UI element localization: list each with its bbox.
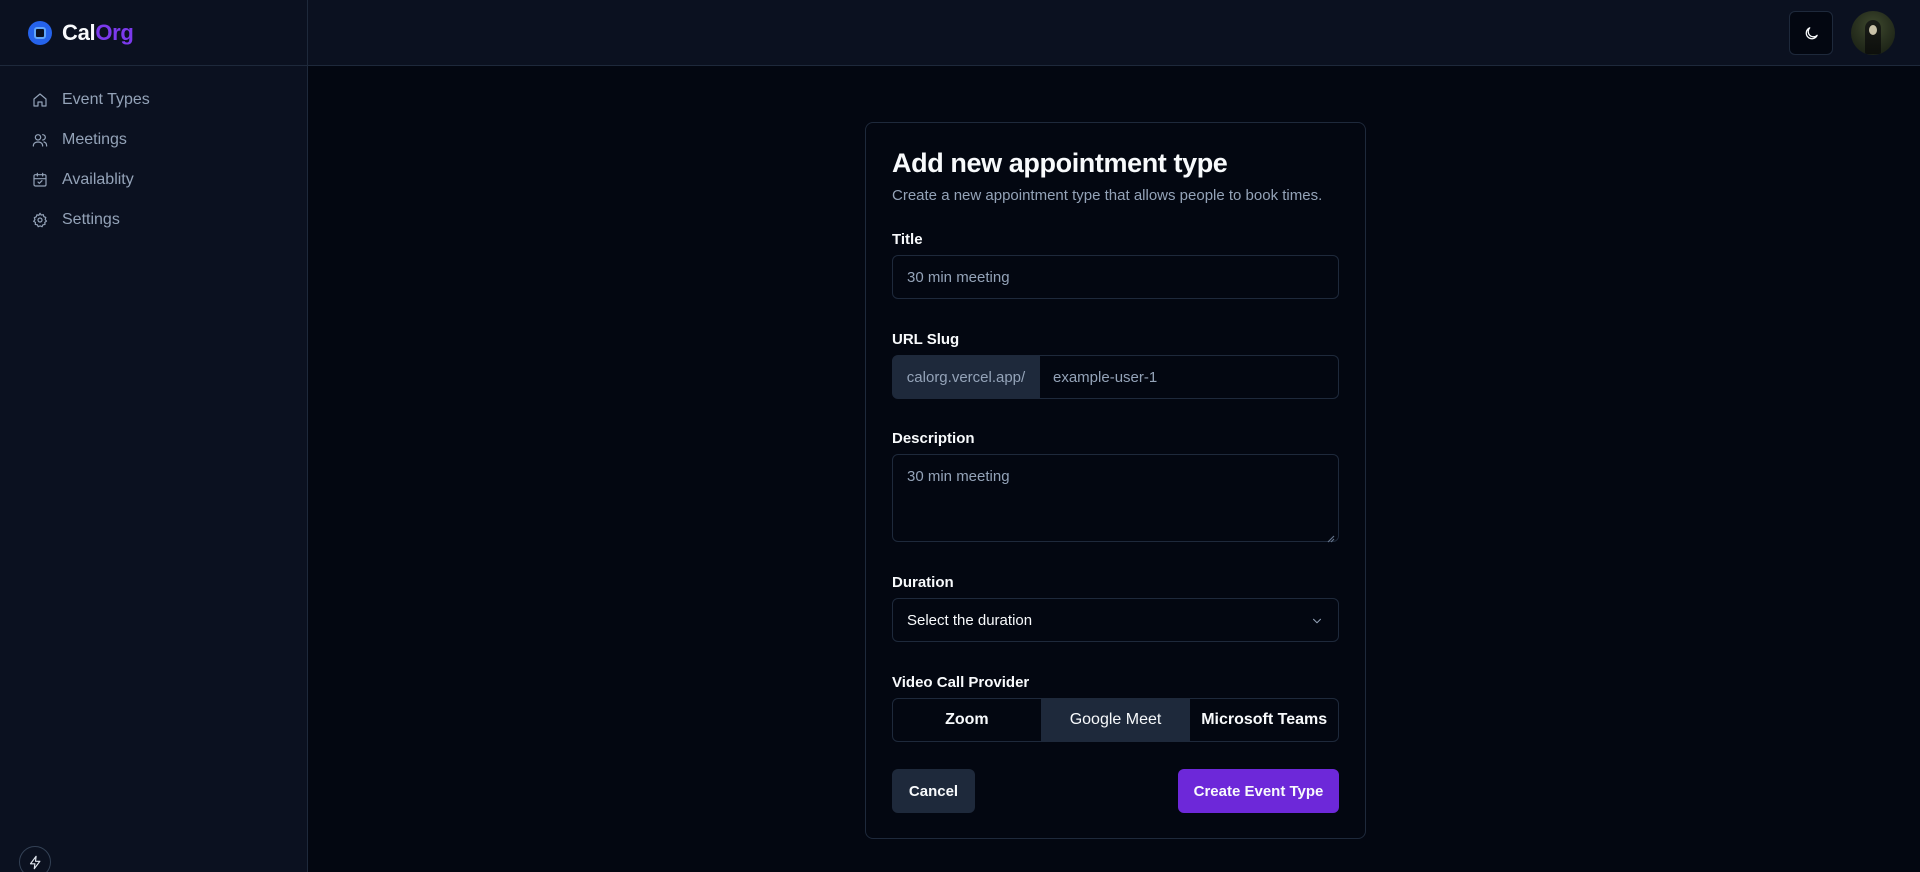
video-provider-toggle-group: Zoom Google Meet Microsoft Teams	[892, 698, 1339, 742]
top-bar	[308, 0, 1920, 66]
appointment-form-card: Add new appointment type Create a new ap…	[865, 122, 1366, 839]
sidebar-item-label: Settings	[62, 211, 120, 228]
url-slug-field: calorg.vercel.app/ example-user-1	[892, 355, 1339, 399]
sidebar-item-settings[interactable]: Settings	[0, 200, 307, 240]
brand-name: CalOrg	[62, 20, 134, 46]
resize-handle-icon[interactable]	[1327, 530, 1335, 543]
create-event-type-button[interactable]: Create Event Type	[1178, 769, 1339, 813]
users-icon	[32, 132, 48, 148]
description-placeholder: 30 min meeting	[907, 468, 1010, 485]
brand-name-org: Org	[95, 19, 134, 45]
gear-icon	[32, 212, 48, 228]
provider-option-microsoft-teams[interactable]: Microsoft Teams	[1190, 699, 1338, 741]
moon-icon	[1805, 26, 1818, 39]
bolt-button[interactable]	[19, 846, 51, 872]
title-label: Title	[892, 231, 923, 248]
duration-label: Duration	[892, 574, 954, 591]
url-slug-prefix: calorg.vercel.app/	[892, 355, 1040, 399]
sidebar-item-label: Meetings	[62, 131, 127, 148]
page-subtitle: Create a new appointment type that allow…	[892, 187, 1323, 204]
duration-select-value: Select the duration	[907, 611, 1033, 629]
description-textarea[interactable]: 30 min meeting	[892, 454, 1339, 543]
home-icon	[32, 92, 48, 108]
sidebar-item-label: Availablity	[62, 171, 134, 188]
sidebar-item-meetings[interactable]: Meetings	[0, 120, 307, 160]
url-slug-label: URL Slug	[892, 331, 960, 348]
brand[interactable]: CalOrg	[0, 0, 307, 66]
theme-toggle-button[interactable]	[1789, 11, 1833, 55]
page-title: Add new appointment type	[892, 148, 1228, 178]
sidebar-item-event-types[interactable]: Event Types	[0, 80, 307, 120]
calendar-check-icon	[32, 172, 48, 188]
duration-select[interactable]: Select the duration	[892, 598, 1339, 642]
cancel-button[interactable]: Cancel	[892, 769, 975, 813]
sidebar-item-label: Event Types	[62, 91, 150, 108]
sidebar-nav: Event Types Meetings Availablity Setting…	[0, 66, 307, 240]
description-label: Description	[892, 430, 975, 447]
sidebar: CalOrg Event Types Meetings Availablity …	[0, 0, 308, 872]
provider-option-google-meet[interactable]: Google Meet	[1041, 699, 1191, 741]
url-slug-input[interactable]: example-user-1	[1040, 355, 1339, 399]
chevron-down-icon	[1310, 614, 1324, 628]
avatar[interactable]	[1851, 11, 1895, 55]
bolt-icon	[29, 855, 40, 869]
avatar-face	[1869, 25, 1877, 35]
sidebar-item-availability[interactable]: Availablity	[0, 160, 307, 200]
provider-option-zoom[interactable]: Zoom	[893, 699, 1042, 741]
brand-logo-icon	[28, 20, 52, 45]
app-root: CalOrg Event Types Meetings Availablity …	[0, 0, 1920, 872]
brand-name-cal: Cal	[62, 19, 96, 45]
video-provider-label: Video Call Provider	[892, 674, 1030, 691]
title-input[interactable]: 30 min meeting	[892, 255, 1339, 299]
